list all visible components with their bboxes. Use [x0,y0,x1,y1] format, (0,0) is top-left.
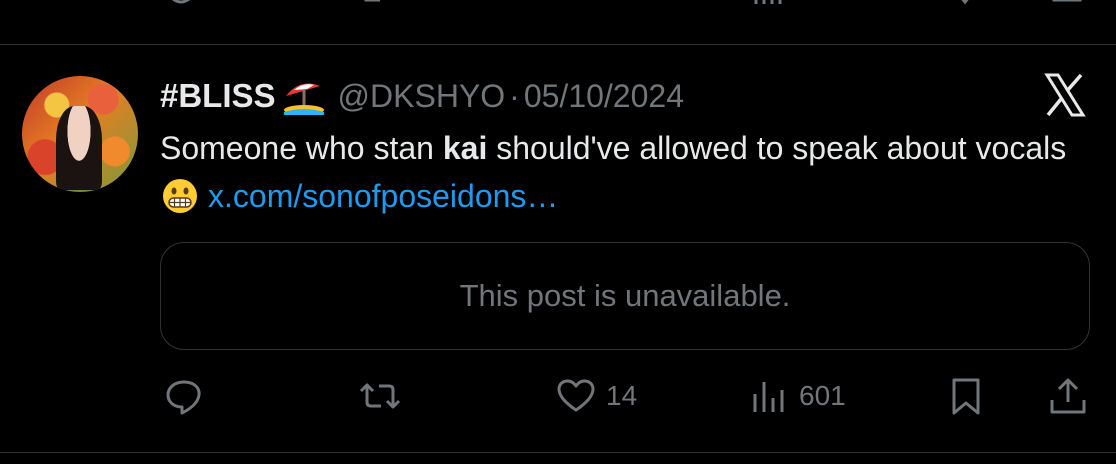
display-name[interactable]: #BLISS [160,77,276,115]
unavailable-message: This post is unavailable. [459,278,791,313]
heart-icon [557,379,595,412]
views-count: 601 [799,380,846,411]
grimacing-face-icon [162,178,198,227]
tweet-text-part: should've allowed to speak about vocals [487,130,1067,166]
separator-dot: · [509,77,520,114]
like-count: 14 [606,380,638,411]
quoted-post-card[interactable]: This post is unavailable. [160,242,1090,350]
avatar[interactable] [22,76,138,192]
x-logo-icon [1044,73,1086,117]
bookmark-icon [952,378,980,415]
action-bar: 14 601 [0,372,1116,420]
avatar-figure [56,106,102,190]
views-button[interactable]: 601 [747,372,846,420]
like-button[interactable]: 14 [554,372,637,420]
tweet-text-bold: kai [442,130,488,166]
bookmark-icon[interactable] [948,0,982,10]
reply-button[interactable] [162,372,206,420]
tweet-link[interactable]: x.com/sonofposeidons… [208,178,558,214]
share-icon[interactable] [1050,0,1084,10]
divider [0,452,1116,453]
tweet-header: #BLISS @DKSHYO · 05/10/2024 [160,74,684,118]
reply-icon [166,380,201,415]
views-icon[interactable] [752,0,784,10]
user-handle[interactable]: @DKSHYO [338,78,506,115]
reply-icon[interactable] [166,0,196,10]
share-button[interactable] [1046,372,1090,420]
views-bar-chart-icon [753,382,784,412]
beach-umbrella-icon [280,76,328,116]
previous-post-actions [0,0,1116,10]
bookmark-button[interactable] [944,372,988,420]
tweet-text-part: Someone who stan [160,130,443,166]
share-icon [1050,378,1086,414]
repost-icon [359,383,401,409]
post-date[interactable]: 05/10/2024 [524,78,684,115]
repost-icon[interactable] [362,0,398,10]
tweet-text: Someone who stan kai should've allowed t… [160,124,1090,227]
divider [0,44,1116,45]
repost-button[interactable] [357,372,403,420]
